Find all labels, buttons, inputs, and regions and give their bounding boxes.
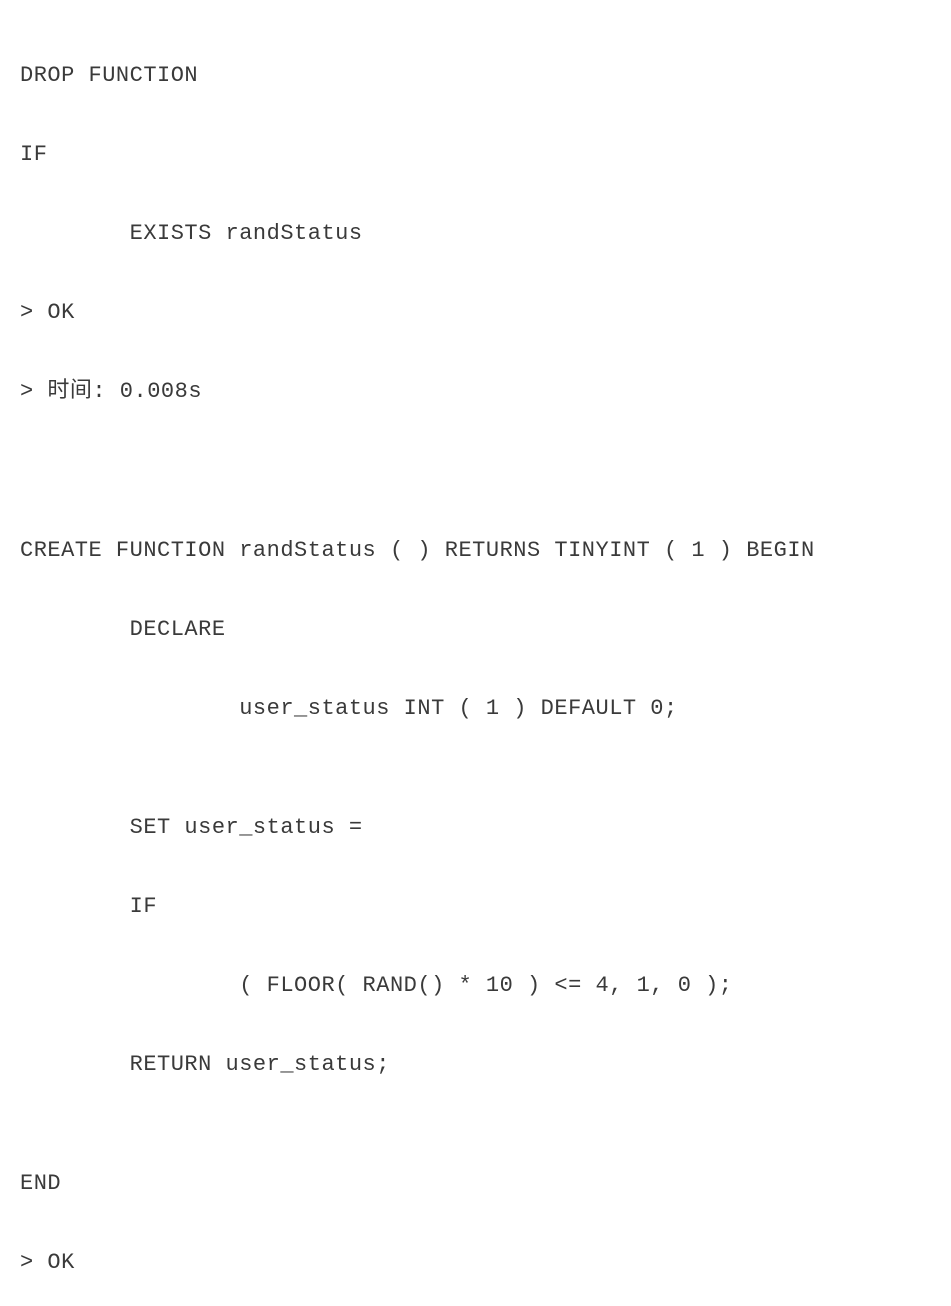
code-line: IF (20, 887, 931, 927)
code-line: END (20, 1164, 931, 1204)
code-line: DECLARE (20, 610, 931, 650)
sql-code-output: DROP FUNCTION IF EXISTS randStatus > OK … (20, 16, 931, 1306)
code-line: RETURN user_status; (20, 1045, 931, 1085)
code-line: user_status INT ( 1 ) DEFAULT 0; (20, 689, 931, 729)
code-line: IF (20, 135, 931, 175)
result-line: > OK (20, 1243, 931, 1283)
code-line: DROP FUNCTION (20, 56, 931, 96)
code-line: SET user_status = (20, 808, 931, 848)
code-line: ( FLOOR( RAND() * 10 ) <= 4, 1, 0 ); (20, 966, 931, 1006)
code-line: CREATE FUNCTION randStatus ( ) RETURNS T… (20, 531, 931, 571)
result-line: > OK (20, 293, 931, 333)
code-line: EXISTS randStatus (20, 214, 931, 254)
timing-line: > 时间: 0.008s (20, 372, 931, 412)
